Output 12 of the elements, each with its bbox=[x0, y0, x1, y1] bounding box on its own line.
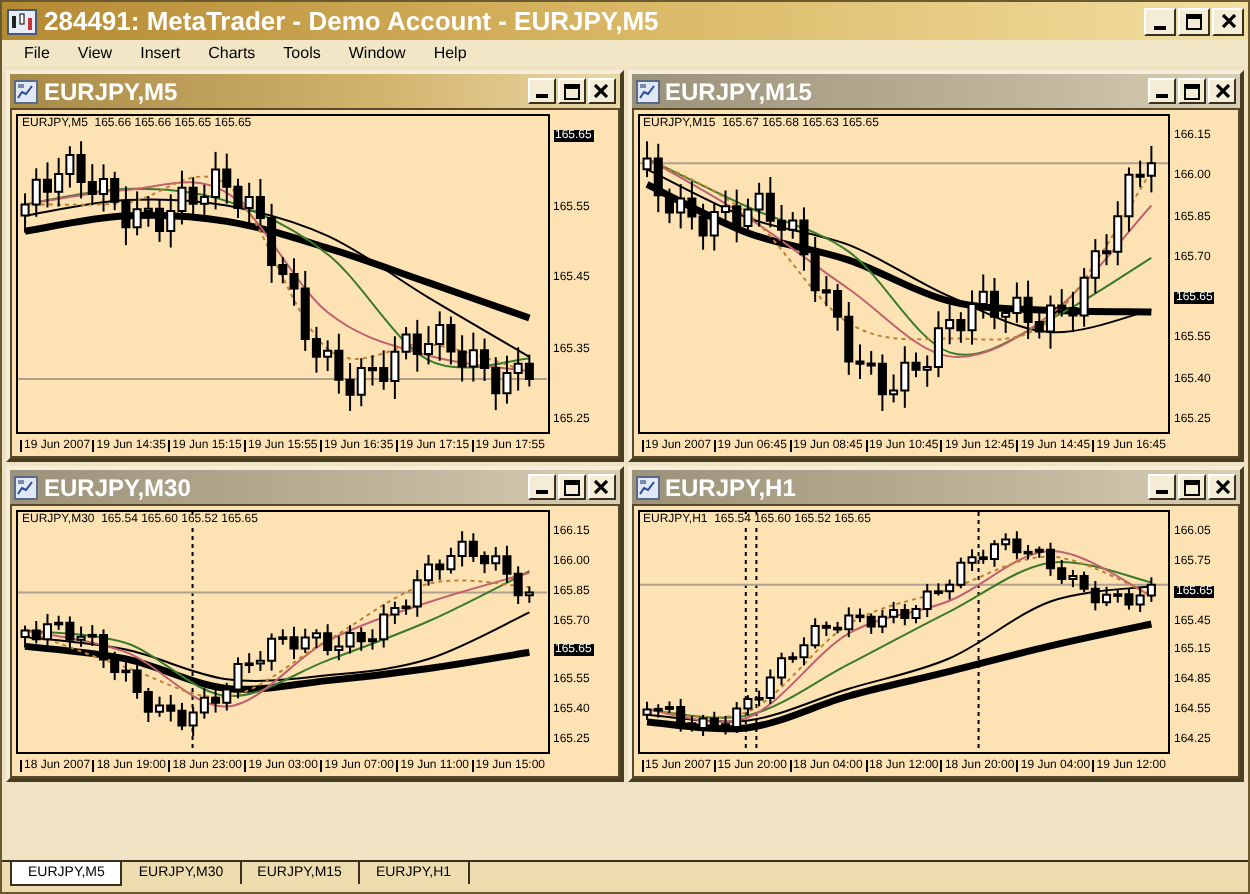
menu-item[interactable]: Tools bbox=[269, 44, 335, 62]
chart-title: EURJPY,M5 bbox=[44, 77, 180, 105]
chart-title: EURJPY,M15 bbox=[665, 77, 814, 105]
window-title: 284491: MetaTrader - Demo Account - EURJPY,M5 bbox=[44, 6, 661, 36]
menu-item[interactable]: Window bbox=[334, 44, 420, 62]
menu-item[interactable]: View bbox=[63, 44, 127, 62]
chart-title: EURJPY,H1 bbox=[665, 473, 798, 501]
menu-item[interactable]: Insert bbox=[126, 44, 195, 62]
menu-item[interactable]: File bbox=[10, 44, 64, 62]
menu-item[interactable]: Help bbox=[419, 44, 481, 62]
chart-title: EURJPY,M30 bbox=[44, 473, 193, 501]
menu-item[interactable]: Charts bbox=[194, 44, 270, 62]
